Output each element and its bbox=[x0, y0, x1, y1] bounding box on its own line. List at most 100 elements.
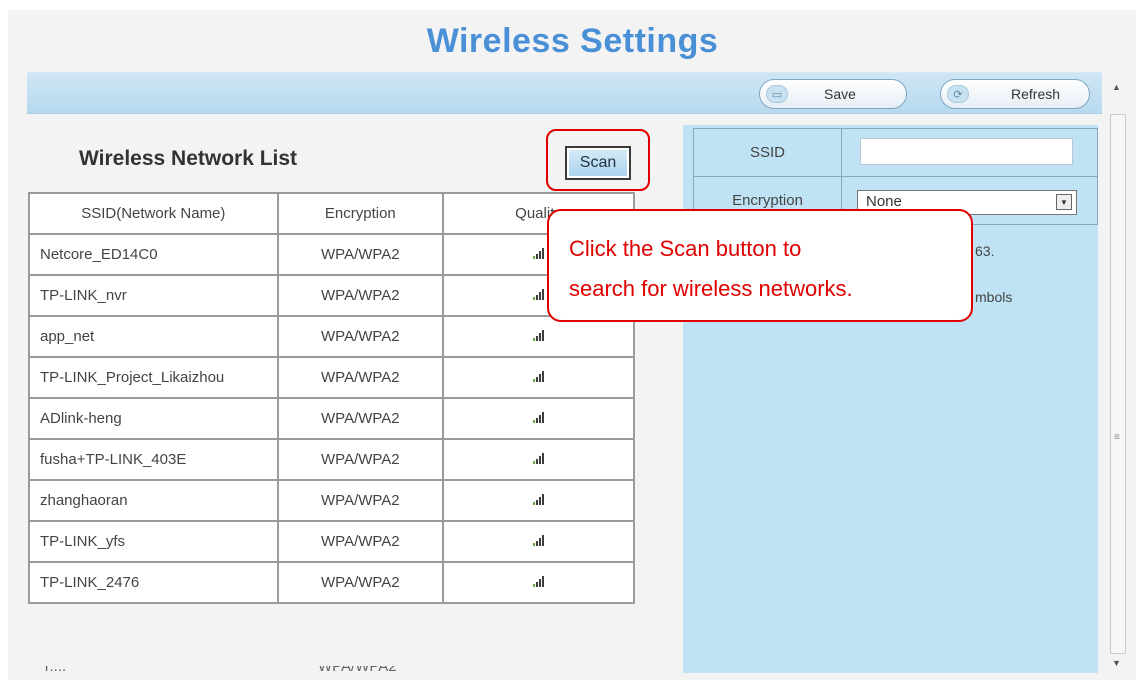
signal-strength-icon bbox=[533, 452, 545, 464]
network-encryption: WPA/WPA2 bbox=[276, 520, 445, 563]
signal-bar bbox=[536, 582, 539, 587]
network-ssid: zhanghaoran bbox=[28, 479, 279, 522]
signal-bar bbox=[533, 502, 536, 505]
signal-bar bbox=[536, 500, 539, 505]
page-title: Wireless Settings bbox=[426, 22, 719, 60]
network-ssid: ADlink-heng bbox=[28, 397, 279, 440]
toolbar: ▭ Save ⟳ Refresh bbox=[27, 72, 1102, 114]
signal-bar bbox=[539, 292, 542, 300]
network-encryption: WPA/WPA2 bbox=[276, 438, 445, 481]
partial-row-ssid: T.... bbox=[42, 666, 67, 675]
hint-text-fragment-1: 63. bbox=[975, 243, 995, 259]
scroll-down-icon[interactable]: ▼ bbox=[1112, 658, 1121, 668]
signal-bar bbox=[533, 338, 536, 341]
signal-bar bbox=[536, 541, 539, 546]
signal-bar bbox=[542, 576, 545, 587]
signal-bar bbox=[542, 412, 545, 423]
network-quality bbox=[442, 561, 635, 604]
table-row[interactable]: TP-LINK_Project_Likaizhou WPA/WPA2 bbox=[28, 356, 635, 399]
refresh-button-label: Refresh bbox=[1011, 86, 1061, 102]
table-header-row: SSID(Network Name) Encryption Quality bbox=[28, 192, 635, 235]
signal-strength-icon bbox=[533, 575, 545, 587]
signal-bar bbox=[539, 579, 542, 587]
signal-bar bbox=[533, 420, 536, 423]
instruction-callout: Click the Scan button to search for wire… bbox=[547, 209, 973, 322]
network-quality bbox=[442, 315, 635, 358]
signal-strength-icon bbox=[533, 534, 545, 546]
signal-bar bbox=[533, 461, 536, 464]
signal-bar bbox=[539, 456, 542, 464]
signal-bar bbox=[539, 497, 542, 505]
network-ssid: TP-LINK_nvr bbox=[28, 274, 279, 317]
table-row[interactable]: fusha+TP-LINK_403E WPA/WPA2 bbox=[28, 438, 635, 481]
signal-bar bbox=[542, 453, 545, 464]
signal-bar bbox=[539, 374, 542, 382]
scrollbar-thumb[interactable] bbox=[1110, 114, 1126, 654]
signal-bar bbox=[542, 371, 545, 382]
table-row[interactable]: zhanghaoran WPA/WPA2 bbox=[28, 479, 635, 522]
ssid-label: SSID bbox=[693, 128, 842, 177]
save-button-label: Save bbox=[824, 86, 856, 102]
network-encryption: WPA/WPA2 bbox=[276, 397, 445, 440]
signal-bar bbox=[536, 254, 539, 259]
table-row[interactable]: TP-LINK_nvr WPA/WPA2 bbox=[28, 274, 635, 317]
scroll-up-icon[interactable]: ▲ bbox=[1112, 82, 1121, 92]
signal-bar bbox=[536, 295, 539, 300]
vertical-scrollbar[interactable]: ▲ ≡ ▼ bbox=[1106, 72, 1136, 672]
network-ssid: app_net bbox=[28, 315, 279, 358]
signal-bar bbox=[539, 251, 542, 259]
callout-line-1: Click the Scan button to bbox=[569, 236, 802, 261]
table-row-partial: T.... WPA/WPA2 bbox=[30, 666, 633, 678]
signal-bar bbox=[542, 248, 545, 259]
network-ssid: TP-LINK_2476 bbox=[28, 561, 279, 604]
signal-bar bbox=[542, 330, 545, 341]
signal-strength-icon bbox=[533, 493, 545, 505]
signal-bar bbox=[536, 377, 539, 382]
network-quality bbox=[442, 479, 635, 522]
table-row[interactable]: ADlink-heng WPA/WPA2 bbox=[28, 397, 635, 440]
signal-bar bbox=[536, 459, 539, 464]
encryption-select-value: None bbox=[866, 193, 902, 210]
signal-strength-icon bbox=[533, 329, 545, 341]
network-quality bbox=[442, 397, 635, 440]
refresh-icon: ⟳ bbox=[947, 85, 969, 103]
table-row[interactable]: TP-LINK_2476 WPA/WPA2 bbox=[28, 561, 635, 604]
network-ssid: TP-LINK_Project_Likaizhou bbox=[28, 356, 279, 399]
network-encryption: WPA/WPA2 bbox=[276, 479, 445, 522]
network-list-title: Wireless Network List bbox=[79, 147, 298, 170]
scan-button-highlight bbox=[546, 129, 650, 191]
scrollbar-grip-icon: ≡ bbox=[1114, 432, 1120, 443]
partial-row-encryption: WPA/WPA2 bbox=[318, 666, 397, 675]
network-table: SSID(Network Name) Encryption Quality Ne… bbox=[28, 192, 635, 604]
network-quality bbox=[442, 356, 635, 399]
chevron-down-icon[interactable]: ▼ bbox=[1056, 194, 1072, 210]
save-button[interactable]: ▭ Save bbox=[759, 79, 907, 109]
network-encryption: WPA/WPA2 bbox=[276, 356, 445, 399]
table-row[interactable]: app_net WPA/WPA2 bbox=[28, 315, 635, 358]
signal-strength-icon bbox=[533, 247, 545, 259]
signal-bar bbox=[539, 333, 542, 341]
signal-bar bbox=[539, 538, 542, 546]
signal-bar bbox=[536, 418, 539, 423]
signal-bar bbox=[533, 584, 536, 587]
column-header-encryption[interactable]: Encryption bbox=[276, 192, 445, 235]
signal-bar bbox=[542, 494, 545, 505]
signal-bar bbox=[536, 336, 539, 341]
network-encryption: WPA/WPA2 bbox=[276, 274, 445, 317]
signal-bar bbox=[533, 256, 536, 259]
save-icon: ▭ bbox=[766, 85, 788, 103]
signal-strength-icon bbox=[533, 411, 545, 423]
column-header-ssid[interactable]: SSID(Network Name) bbox=[28, 192, 279, 235]
ssid-input[interactable] bbox=[860, 138, 1073, 165]
network-encryption: WPA/WPA2 bbox=[276, 561, 445, 604]
refresh-button[interactable]: ⟳ Refresh bbox=[940, 79, 1090, 109]
network-ssid: TP-LINK_yfs bbox=[28, 520, 279, 563]
signal-bar bbox=[533, 543, 536, 546]
table-row[interactable]: TP-LINK_yfs WPA/WPA2 bbox=[28, 520, 635, 563]
signal-bar bbox=[533, 297, 536, 300]
callout-line-2: search for wireless networks. bbox=[569, 276, 853, 301]
table-row[interactable]: Netcore_ED14C0 WPA/WPA2 bbox=[28, 233, 635, 276]
signal-bar bbox=[542, 289, 545, 300]
hint-text-fragment-2: mbols bbox=[975, 289, 1013, 305]
network-quality bbox=[442, 520, 635, 563]
